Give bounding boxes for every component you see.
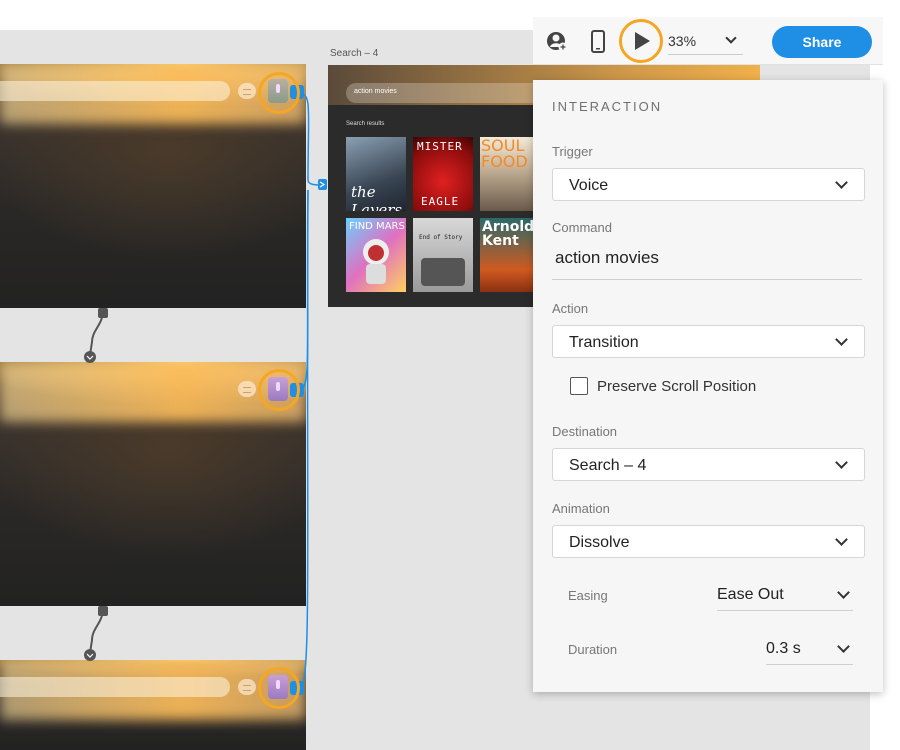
search-results-label: Search results [346, 121, 385, 127]
preserve-scroll-checkbox[interactable] [570, 377, 588, 395]
user-add-icon[interactable] [546, 30, 568, 52]
easing-label: Easing [568, 588, 608, 603]
animation-label: Animation [552, 501, 610, 516]
action-label: Action [552, 301, 589, 316]
trigger-select[interactable]: Voice [552, 168, 865, 201]
chevron-down-icon [835, 333, 848, 346]
chevron-down-icon [835, 456, 848, 469]
astronaut-illustration [363, 239, 389, 284]
duration-select[interactable]: 0.3 s [766, 640, 801, 658]
panel-title: INTERACTION [552, 99, 663, 114]
chevron-down-icon[interactable] [837, 586, 850, 599]
command-label: Command [552, 220, 612, 235]
easing-select[interactable]: Ease Out [717, 586, 784, 604]
poster-mister-eagle: MISTER EAGLE [413, 137, 473, 211]
command-input[interactable]: action movies [555, 248, 659, 268]
artboard-title[interactable]: Search – 4 [330, 48, 378, 59]
interaction-panel: INTERACTION Trigger Voice Command action… [533, 80, 883, 692]
zoom-underline [668, 54, 743, 55]
easing-underline [717, 610, 853, 611]
poster-title: the Layers [351, 183, 403, 211]
poster-end-of-story: End of Story [413, 218, 473, 292]
destination-select[interactable]: Search – 4 [552, 448, 865, 481]
trigger-value: Voice [569, 177, 609, 194]
typewriter-illustration [421, 258, 465, 286]
destination-label: Destination [552, 424, 618, 439]
animation-select[interactable]: Dissolve [552, 525, 865, 558]
highlight-ring [619, 19, 663, 63]
search-field-text: action movies [354, 88, 397, 95]
mobile-device-icon[interactable] [590, 30, 606, 54]
search-field: action movies [346, 83, 546, 103]
poster-the-layers: the Layers [346, 137, 406, 211]
share-button[interactable]: Share [772, 26, 872, 58]
action-select[interactable]: Transition [552, 325, 865, 358]
poster-title: End of Story [419, 234, 463, 241]
chevron-down-icon[interactable] [725, 32, 737, 44]
command-underline [552, 279, 862, 280]
poster-title: FIND MARS [349, 221, 405, 232]
destination-value: Search – 4 [569, 457, 647, 474]
poster-title: Arnold Kent [482, 219, 535, 249]
animation-value: Dissolve [569, 534, 630, 551]
poster-title: MISTER [417, 140, 463, 153]
poster-find-mars: FIND MARS [346, 218, 406, 292]
trigger-label: Trigger [552, 144, 593, 159]
duration-underline [766, 664, 853, 665]
poster-arnold-kent: Arnold Kent [480, 218, 540, 292]
action-value: Transition [569, 334, 639, 351]
chevron-down-icon[interactable] [837, 640, 850, 653]
top-toolbar: 33% Share [533, 17, 883, 65]
duration-label: Duration [568, 642, 618, 657]
chevron-down-icon [835, 176, 848, 189]
preserve-scroll-label[interactable]: Preserve Scroll Position [597, 378, 756, 395]
poster-subtitle: EAGLE [421, 195, 460, 208]
zoom-level[interactable]: 33% [668, 33, 696, 49]
prototype-wires [84, 93, 327, 689]
poster-soul-food: SOUL FOOD [480, 137, 540, 211]
xd-prototype-window: Search – 4 action movies Search results … [0, 0, 900, 750]
chevron-down-icon [835, 533, 848, 546]
poster-title: SOUL FOOD [481, 137, 528, 171]
